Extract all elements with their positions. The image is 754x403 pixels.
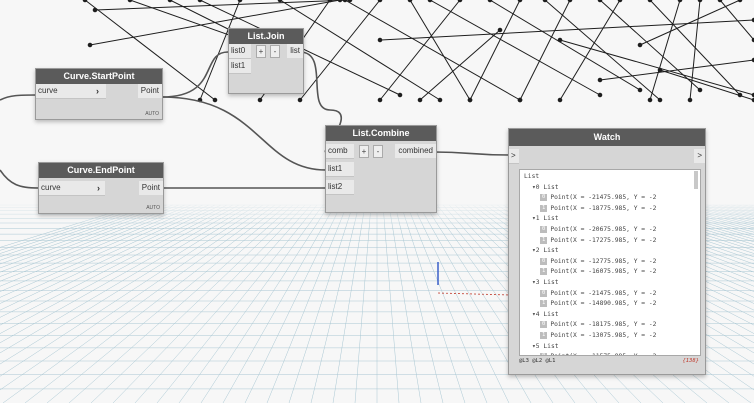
watch-line-text: Point(X = -16075.985, Y = -2: [550, 268, 657, 276]
output-port-point[interactable]: Point: [138, 181, 163, 195]
node-title: List.Join: [229, 29, 303, 44]
watch-line-text: Point(X = -20675.985, Y = -2: [550, 225, 657, 233]
watch-tree-lines: List ▾0 List 0 Point(X = -21475.985, Y = -2…: [520, 170, 700, 355]
input-port-list2[interactable]: list2: [326, 180, 354, 195]
chevron-right-icon: ›: [97, 183, 100, 193]
watch-line-text: ▾5 List: [532, 342, 559, 350]
curve-startpoint-node[interactable]: Curve.StartPoint curve › Point AUTO: [35, 68, 163, 120]
watch-line: 0 Point(X = -12775.985, Y = -2: [520, 257, 700, 268]
lacing-label[interactable]: AUTO: [145, 111, 159, 117]
add-input-button[interactable]: +: [256, 45, 266, 58]
watch-line-text: Point(X = -13075.985, Y = -2: [550, 331, 657, 339]
input-port-curve[interactable]: curve: [39, 181, 105, 196]
watch-line: ▾5 List: [520, 342, 700, 353]
watch-line: 1 Point(X = -16075.985, Y = -2: [520, 267, 700, 278]
list-combine-node[interactable]: List.Combine comb + - combined list1 lis…: [325, 125, 437, 213]
watch-line: ▾4 List: [520, 310, 700, 321]
chevron-right-icon: ›: [96, 86, 99, 96]
list-join-node[interactable]: List.Join list0 + - list list1: [228, 28, 304, 94]
add-input-button[interactable]: +: [359, 145, 369, 158]
input-port-comb[interactable]: comb: [326, 144, 354, 159]
watch-line: 0Point(X = -11575.985, Y = -2: [520, 352, 700, 355]
index-badge: 1: [540, 268, 548, 276]
index-badge: 1: [540, 331, 548, 339]
input-port[interactable]: >: [509, 149, 519, 164]
watch-line-text: Point(X = -21475.985, Y = -2: [550, 194, 657, 202]
watch-node[interactable]: Watch > > List ▾0 List 0 Point(X = -21475.9…: [508, 128, 706, 375]
watch-line-text: Point(X = -18775.985, Y = -2: [550, 204, 657, 212]
remove-input-button[interactable]: -: [373, 145, 383, 158]
lacing-label[interactable]: AUTO: [146, 205, 160, 211]
curve-endpoint-node[interactable]: Curve.EndPoint curve › Point AUTO: [38, 162, 164, 214]
index-badge: 0: [540, 225, 548, 233]
index-badge: 1: [540, 300, 548, 308]
scrollbar[interactable]: [694, 171, 698, 189]
input-port-list1[interactable]: list1: [326, 162, 354, 177]
input-port-list1[interactable]: list1: [229, 59, 251, 74]
watch-line-text: List: [524, 173, 540, 180]
watch-line: ▾3 List: [520, 278, 700, 289]
list-levels-label[interactable]: @L3 @L2 @L1: [519, 358, 555, 364]
watch-line-text: Point(X = -18175.985, Y = -2: [550, 321, 657, 329]
watch-line-text: Point(X = -12775.985, Y = -2: [550, 257, 657, 265]
watch-line-text: Point(X = -11575.985, Y = -2: [550, 353, 656, 355]
watch-line: ▾0 List: [520, 183, 700, 194]
node-title: List.Combine: [326, 126, 436, 141]
watch-line-text: Point(X = -17275.985, Y = -2: [550, 236, 657, 244]
item-count-label: {138}: [682, 358, 699, 364]
watch-line-text: ▾1 List: [532, 215, 559, 223]
watch-line-text: ▾0 List: [532, 183, 559, 191]
watch-line-text: ▾4 List: [532, 310, 559, 318]
watch-line: 1 Point(X = -14890.985, Y = -2: [520, 299, 700, 310]
watch-line: 0 Point(X = -20675.985, Y = -2: [520, 225, 700, 236]
index-badge: 1: [540, 204, 548, 212]
output-port-list[interactable]: list: [287, 44, 303, 58]
output-port-point[interactable]: Point: [137, 84, 162, 98]
watch-line: ▾1 List: [520, 214, 700, 225]
watch-line: 1 Point(X = -17275.985, Y = -2: [520, 236, 700, 247]
index-badge: 0: [540, 289, 548, 297]
watch-line-text: ▾3 List: [532, 278, 559, 286]
index-badge: 1: [540, 236, 548, 244]
output-port-combined[interactable]: combined: [395, 144, 436, 158]
watch-line: ▾2 List: [520, 246, 700, 257]
watch-line-text: ▾2 List: [532, 247, 559, 255]
watch-tree-view[interactable]: List ▾0 List 0 Point(X = -21475.985, Y = -2…: [519, 169, 701, 356]
index-badge: 0: [540, 353, 548, 355]
watch-line: 0 Point(X = -18175.985, Y = -2: [520, 320, 700, 331]
node-title: Watch: [509, 129, 705, 146]
node-title: Curve.EndPoint: [39, 163, 163, 178]
index-badge: 0: [540, 257, 548, 265]
node-title: Curve.StartPoint: [36, 69, 162, 84]
watch-line: 1 Point(X = -18775.985, Y = -2: [520, 204, 700, 215]
index-badge: 0: [540, 194, 548, 202]
index-badge: 0: [540, 321, 548, 329]
watch-line: 0 Point(X = -21475.985, Y = -2: [520, 193, 700, 204]
watch-line: 1 Point(X = -13075.985, Y = -2: [520, 331, 700, 342]
watch-line: List: [520, 172, 700, 183]
remove-input-button[interactable]: -: [270, 45, 280, 58]
watch-line-text: Point(X = -14890.985, Y = -2: [550, 300, 657, 308]
watch-line-text: Point(X = -21475.985, Y = -2: [550, 289, 657, 297]
watch-line: 0 Point(X = -21475.985, Y = -2: [520, 289, 700, 300]
input-port-list0[interactable]: list0: [229, 44, 251, 59]
output-port[interactable]: >: [694, 149, 705, 163]
